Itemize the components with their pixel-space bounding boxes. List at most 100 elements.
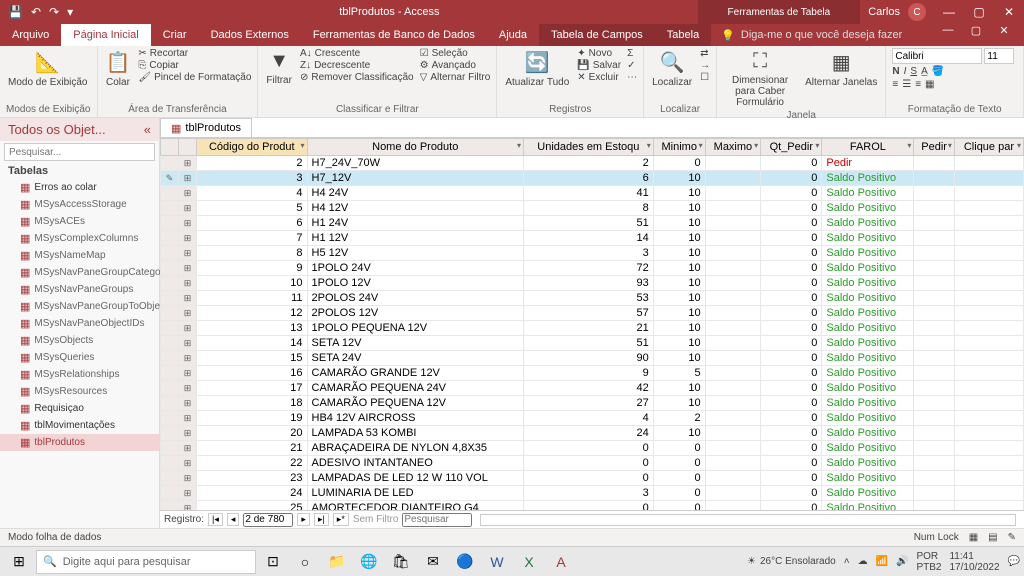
cell-max[interactable] — [705, 306, 761, 321]
store-icon[interactable]: 🛍 — [386, 549, 416, 575]
cell-nome[interactable]: 1POLO 24V — [307, 261, 523, 276]
cell-farol[interactable]: Saldo Positivo — [822, 366, 914, 381]
toggle-filter-button[interactable]: ▽ Alternar Filtro — [420, 72, 491, 83]
rec-pos-input[interactable] — [243, 513, 293, 527]
nav-item-msysrelationships[interactable]: ▦MSysRelationships — [0, 366, 159, 383]
cell-nome[interactable]: ABRAÇADEIRA DE NYLON 4,8X35 — [307, 441, 523, 456]
totals-button[interactable]: Σ — [627, 48, 637, 59]
row-selector[interactable] — [161, 216, 179, 231]
cell-min[interactable]: 2 — [653, 411, 705, 426]
view-design-icon[interactable]: ✎ — [1008, 532, 1016, 543]
cell-extra[interactable] — [954, 276, 1023, 291]
start-button[interactable]: ⊞ — [4, 549, 34, 575]
cell-pedir[interactable] — [914, 171, 955, 186]
taskbar-search[interactable]: 🔍Digite aqui para pesquisar — [36, 550, 256, 574]
table-row[interactable]: ✎⊞3H7_12V6100Saldo Positivo — [161, 171, 1024, 186]
maximize-button[interactable]: ▢ — [964, 5, 994, 19]
cell-pedir[interactable] — [914, 216, 955, 231]
gridlines-button[interactable]: ▦ — [925, 79, 934, 90]
col-header[interactable]: Clique par▾ — [954, 139, 1023, 156]
cell-nome[interactable]: H1 12V — [307, 231, 523, 246]
col-header[interactable]: Unidades em Estoqu▾ — [523, 139, 653, 156]
cell-qt[interactable]: 0 — [761, 261, 822, 276]
paste-button[interactable]: 📋Colar — [104, 48, 133, 90]
cell-max[interactable] — [705, 351, 761, 366]
tab-tabela[interactable]: Tabela — [655, 24, 711, 46]
tab-ferramentas[interactable]: Ferramentas de Banco de Dados — [301, 24, 487, 46]
expand-icon[interactable]: ⊞ — [179, 261, 197, 276]
cell-pedir[interactable] — [914, 366, 955, 381]
expand-icon[interactable]: ⊞ — [179, 411, 197, 426]
table-row[interactable]: ⊞22ADESIVO INTANTANEO000Saldo Positivo — [161, 456, 1024, 471]
row-selector[interactable] — [161, 231, 179, 246]
cell-extra[interactable] — [954, 171, 1023, 186]
table-row[interactable]: ⊞16CAMARÃO GRANDE 12V950Saldo Positivo — [161, 366, 1024, 381]
cell-qt[interactable]: 0 — [761, 441, 822, 456]
cell-qt[interactable]: 0 — [761, 411, 822, 426]
cell-max[interactable] — [705, 186, 761, 201]
tray-lang[interactable]: PORPTB2 — [916, 551, 941, 573]
row-selector[interactable] — [161, 366, 179, 381]
col-header[interactable]: Minimo▾ — [653, 139, 705, 156]
cell-qt[interactable]: 0 — [761, 171, 822, 186]
cell-id[interactable]: 21 — [197, 441, 308, 456]
cell-extra[interactable] — [954, 306, 1023, 321]
expand-icon[interactable]: ⊞ — [179, 471, 197, 486]
cell-farol[interactable]: Saldo Positivo — [822, 291, 914, 306]
cell-farol[interactable]: Saldo Positivo — [822, 501, 914, 511]
table-row[interactable]: ⊞23LAMPADAS DE LED 12 W 110 VOL000Saldo … — [161, 471, 1024, 486]
cell-min[interactable]: 10 — [653, 261, 705, 276]
explorer-icon[interactable]: 📁 — [322, 549, 352, 575]
cell-qt[interactable]: 0 — [761, 381, 822, 396]
cell-farol[interactable]: Saldo Positivo — [822, 441, 914, 456]
weather-widget[interactable]: ☀26°C Ensolarado — [747, 556, 836, 567]
table-row[interactable]: ⊞101POLO 12V93100Saldo Positivo — [161, 276, 1024, 291]
table-row[interactable]: ⊞21ABRAÇADEIRA DE NYLON 4,8X35000Saldo P… — [161, 441, 1024, 456]
row-selector[interactable] — [161, 291, 179, 306]
replace-button[interactable]: ⇄ — [700, 48, 710, 59]
cell-min[interactable]: 0 — [653, 456, 705, 471]
cell-qt[interactable]: 0 — [761, 396, 822, 411]
bold-button[interactable]: N — [892, 66, 899, 77]
row-selector[interactable] — [161, 501, 179, 511]
cell-extra[interactable] — [954, 156, 1023, 171]
col-header[interactable]: Código do Produt▾ — [197, 139, 308, 156]
cell-units[interactable]: 53 — [523, 291, 653, 306]
find-button[interactable]: 🔍Localizar — [650, 48, 694, 90]
expand-icon[interactable]: ⊞ — [179, 216, 197, 231]
cell-id[interactable]: 22 — [197, 456, 308, 471]
cell-id[interactable]: 5 — [197, 201, 308, 216]
cell-max[interactable] — [705, 366, 761, 381]
cell-extra[interactable] — [954, 351, 1023, 366]
cell-units[interactable]: 9 — [523, 366, 653, 381]
nav-item-tblprodutos[interactable]: ▦tblProdutos — [0, 434, 159, 451]
tray-notifications-icon[interactable]: 💬 — [1008, 556, 1020, 567]
goto-button[interactable]: → — [700, 60, 710, 71]
cell-farol[interactable]: Saldo Positivo — [822, 456, 914, 471]
cell-pedir[interactable] — [914, 321, 955, 336]
cell-units[interactable]: 14 — [523, 231, 653, 246]
cell-qt[interactable]: 0 — [761, 336, 822, 351]
row-selector[interactable] — [161, 336, 179, 351]
row-selector[interactable] — [161, 441, 179, 456]
expand-icon[interactable]: ⊞ — [179, 321, 197, 336]
expand-icon[interactable]: ⊞ — [179, 186, 197, 201]
cell-id[interactable]: 4 — [197, 186, 308, 201]
table-row[interactable]: ⊞8H5 12V3100Saldo Positivo — [161, 246, 1024, 261]
cell-max[interactable] — [705, 321, 761, 336]
tab-pagina-inicial[interactable]: Página Inicial — [61, 24, 150, 46]
cell-extra[interactable] — [954, 441, 1023, 456]
nav-item-msysnamemap[interactable]: ▦MSysNameMap — [0, 247, 159, 264]
cell-farol[interactable]: Saldo Positivo — [822, 426, 914, 441]
row-selector[interactable] — [161, 321, 179, 336]
cell-units[interactable]: 3 — [523, 246, 653, 261]
cell-extra[interactable] — [954, 291, 1023, 306]
sub-minimize-icon[interactable]: — — [934, 24, 962, 46]
cell-min[interactable]: 10 — [653, 216, 705, 231]
nav-search-input[interactable] — [4, 143, 155, 161]
cell-max[interactable] — [705, 216, 761, 231]
cell-farol[interactable]: Saldo Positivo — [822, 216, 914, 231]
cell-max[interactable] — [705, 201, 761, 216]
cell-id[interactable]: 15 — [197, 351, 308, 366]
view-datasheet-icon[interactable]: ▦ — [969, 532, 978, 543]
